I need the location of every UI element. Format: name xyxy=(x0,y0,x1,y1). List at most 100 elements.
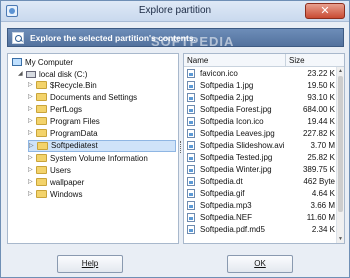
expand-arrow-icon[interactable]: ▷ xyxy=(28,177,36,188)
tree-item-label: Windows xyxy=(50,190,83,199)
expand-arrow-icon[interactable]: ▷ xyxy=(28,116,36,127)
tree-item-folder[interactable]: ▷ System Volume Information xyxy=(28,153,148,164)
column-divider[interactable] xyxy=(285,54,286,67)
file-icon xyxy=(187,141,195,150)
window-title: Explore partition xyxy=(138,5,212,16)
file-icon xyxy=(187,129,195,138)
file-name: Softpedia.mp3 xyxy=(200,201,252,210)
folder-tree[interactable]: My Computer ◢ local disk (C:) ▷ $Recycle.B… xyxy=(7,53,179,244)
help-button[interactable]: Help xyxy=(57,255,123,273)
scrollbar-thumb[interactable] xyxy=(338,76,343,212)
file-row[interactable]: Softpedia Winter.jpg 389.75 K xyxy=(184,164,336,175)
tree-item-folder[interactable]: ▷ PerfLogs xyxy=(28,104,82,115)
file-name: Softpedia Winter.jpg xyxy=(200,165,272,174)
file-row[interactable]: Softpedia Leaves.jpg 227.82 K xyxy=(184,128,336,139)
tree-item-folder-selected[interactable]: ▷ Softpediatest xyxy=(28,140,176,152)
file-name: Softpedia Icon.ico xyxy=(200,117,264,126)
file-size: 19.44 K xyxy=(307,117,335,126)
help-button-label: Help xyxy=(81,259,99,268)
file-name: Softpedia.dt xyxy=(200,177,243,186)
file-size: 3.66 M xyxy=(310,201,335,210)
tree-item-label: $Recycle.Bin xyxy=(50,81,97,90)
tree-item-folder[interactable]: ▷ Users xyxy=(28,165,71,176)
file-size: 4.64 K xyxy=(311,189,335,198)
folder-icon xyxy=(36,178,47,186)
tree-item-label: Softpediatest xyxy=(51,141,98,150)
folder-icon xyxy=(36,154,47,162)
tree-item-folder[interactable]: ▷ wallpaper xyxy=(28,177,84,188)
file-row[interactable]: Softpedia Slideshow.avi 3.70 M xyxy=(184,140,336,151)
expand-arrow-icon[interactable]: ▷ xyxy=(28,104,36,115)
tree-item-label: My Computer xyxy=(25,58,74,67)
tree-item-local-disk[interactable]: ◢ local disk (C:) xyxy=(18,69,87,80)
expand-arrow-icon[interactable]: ▷ xyxy=(28,80,36,91)
expand-arrow-icon[interactable]: ▷ xyxy=(28,128,36,139)
tree-item-label: Users xyxy=(50,166,71,175)
column-header-size[interactable]: Size xyxy=(289,56,305,65)
file-name: Softpedia Forest.jpg xyxy=(200,105,272,114)
file-row[interactable]: Softpedia 2.jpg 93.10 K xyxy=(184,92,336,103)
tree-item-label: Program Files xyxy=(50,117,100,126)
tree-item-label: PerfLogs xyxy=(50,105,83,114)
file-row[interactable]: Softpedia 1.jpg 19.50 K xyxy=(184,80,336,91)
folder-icon xyxy=(36,117,47,125)
file-icon xyxy=(187,153,195,162)
file-size: 462 Byte xyxy=(303,177,335,186)
ok-button[interactable]: OK xyxy=(227,255,293,273)
file-name: Softpedia Tested.jpg xyxy=(200,153,273,162)
file-name: Softpedia 1.jpg xyxy=(200,81,254,90)
watermark: SOFTPEDIA xyxy=(151,34,235,49)
file-size: 93.10 K xyxy=(307,93,335,102)
file-icon xyxy=(187,201,195,210)
vertical-scrollbar[interactable]: ▲ ▼ xyxy=(336,67,344,243)
tree-item-folder[interactable]: ▷ Documents and Settings xyxy=(28,92,137,103)
file-size: 3.70 M xyxy=(310,141,335,150)
folder-icon xyxy=(36,166,47,174)
file-row[interactable]: favicon.ico 23.22 K xyxy=(184,68,336,79)
tree-item-my-computer[interactable]: My Computer xyxy=(12,57,73,68)
expand-arrow-icon[interactable]: ▷ xyxy=(29,141,37,151)
tree-item-label: Documents and Settings xyxy=(50,93,138,102)
file-row[interactable]: Softpedia.gif 4.64 K xyxy=(184,188,336,199)
file-row[interactable]: Softpedia.NEF 11.60 M xyxy=(184,212,336,223)
file-size: 389.75 K xyxy=(302,165,335,174)
file-row[interactable]: Softpedia.pdf.md5 2.34 K xyxy=(184,224,336,235)
tree-item-folder[interactable]: ▷ Windows xyxy=(28,189,82,200)
collapse-arrow-icon[interactable]: ◢ xyxy=(18,69,26,80)
file-icon xyxy=(187,189,195,198)
title-bar[interactable]: Explore partition ✕ xyxy=(1,1,349,22)
file-row[interactable]: Softpedia.dt 462 Byte xyxy=(184,176,336,187)
file-row[interactable]: Softpedia.mp3 3.66 M xyxy=(184,200,336,211)
tree-item-folder[interactable]: ▷ Program Files xyxy=(28,116,100,127)
tree-item-label: local disk (C:) xyxy=(39,70,88,79)
file-icon xyxy=(187,225,195,234)
file-row[interactable]: Softpedia Forest.jpg 684.00 K xyxy=(184,104,336,115)
computer-icon xyxy=(12,58,22,66)
scroll-up-arrow-icon[interactable]: ▲ xyxy=(337,67,344,75)
tree-item-label: System Volume Information xyxy=(50,154,148,163)
folder-icon xyxy=(36,129,47,137)
expand-arrow-icon[interactable]: ▷ xyxy=(28,153,36,164)
file-row[interactable]: Softpedia Tested.jpg 25.82 K xyxy=(184,152,336,163)
tree-item-folder[interactable]: ▷ ProgramData xyxy=(28,128,98,139)
file-icon xyxy=(187,177,195,186)
file-icon xyxy=(187,69,195,78)
tree-item-label: wallpaper xyxy=(50,178,85,187)
expand-arrow-icon[interactable]: ▷ xyxy=(28,165,36,176)
file-size: 19.50 K xyxy=(307,81,335,90)
file-size: 227.82 K xyxy=(302,129,335,138)
file-size: 684.00 K xyxy=(302,105,335,114)
file-list[interactable]: Name Size favicon.ico 23.22 K Softpedia 1… xyxy=(183,53,345,244)
file-name: favicon.ico xyxy=(200,69,238,78)
scroll-down-arrow-icon[interactable]: ▼ xyxy=(337,235,344,243)
column-header-name[interactable]: Name xyxy=(187,56,208,65)
tree-item-folder[interactable]: ▷ $Recycle.Bin xyxy=(28,80,97,91)
folder-icon xyxy=(37,142,48,150)
close-button[interactable]: ✕ xyxy=(305,3,345,19)
panel-splitter[interactable] xyxy=(180,141,182,153)
expand-arrow-icon[interactable]: ▷ xyxy=(28,189,36,200)
file-name: Softpedia Slideshow.avi xyxy=(200,141,285,150)
file-row[interactable]: Softpedia Icon.ico 19.44 K xyxy=(184,116,336,127)
expand-arrow-icon[interactable]: ▷ xyxy=(28,92,36,103)
folder-icon xyxy=(36,81,47,89)
